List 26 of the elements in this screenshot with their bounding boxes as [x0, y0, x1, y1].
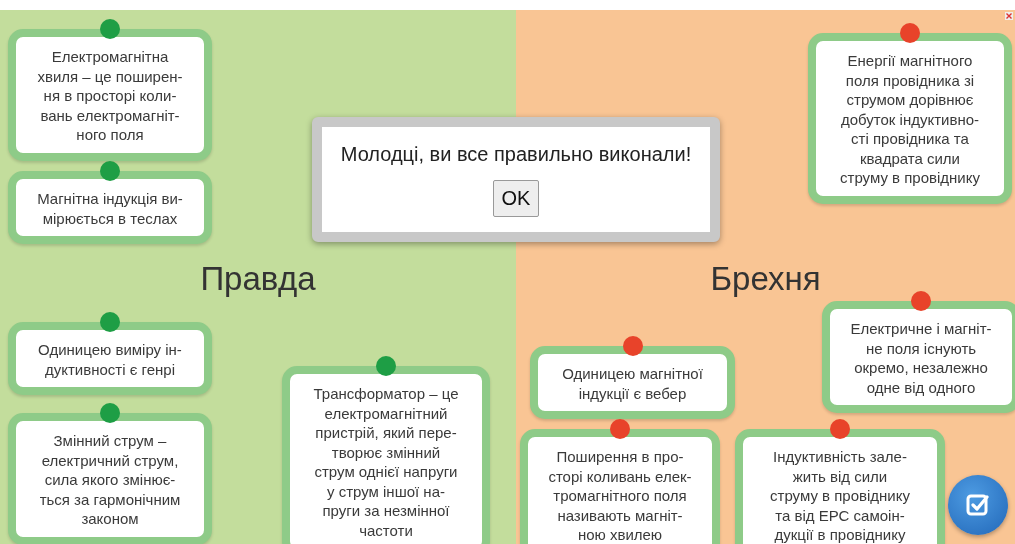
statement-card[interactable]: Трансформатор – це електромагнітний пристрій, який пере- творює змінний струм однієї напруги у струм іншої на- пруги за незмінної частоти	[282, 366, 490, 544]
statement-card[interactable]: Електричне і магніт- не поля існують окремо, незалежно одне від одного	[822, 301, 1015, 413]
statement-card[interactable]: Індуктивність зале- жить від сили струму в провіднику та від ЕРС самоін- дукції в провіднику	[735, 429, 945, 544]
checkbox-icon	[965, 492, 991, 518]
statement-card[interactable]: Електромагнітна хвиля – це поширен- ня в просторі коли- вань електромагніт- ного поля	[8, 29, 212, 161]
statement-text: Магнітна індукція ви- мірюється в теслах	[36, 189, 184, 228]
statement-text: Електромагнітна хвиля – це поширен- ня в просторі коли- вань електромагніт- ного поля	[36, 47, 184, 145]
statement-card[interactable]: Одиницею виміру ін- дуктивності є генрі	[8, 322, 212, 395]
statement-card[interactable]: Змінний струм – електричний струм, сила якого змінює- ться за гармонічним законом	[8, 413, 212, 544]
statement-text: Поширення в про- сторі коливань елек- тромагнітного поля називають магніт- ною хвилею	[547, 447, 693, 544]
column-title: Брехня	[710, 260, 821, 299]
statement-card[interactable]: Енергії магнітного поля провідника зі струмом дорівнює добуток індуктивно- сті провідника та квадрата сили струму в провіднику	[808, 33, 1012, 204]
column-title: Правда	[200, 260, 316, 299]
ok-button[interactable]: OK	[492, 180, 540, 217]
statement-card[interactable]: Магнітна індукція ви- мірюється в теслах	[8, 171, 212, 244]
statement-text: Індуктивність зале- жить від сили струму в провіднику та від ЕРС самоін- дукції в провіднику	[769, 447, 911, 544]
statement-card[interactable]: Одиницею магнітної індукції є вебер	[530, 346, 735, 419]
statement-card[interactable]: Поширення в про- сторі коливань елек- тромагнітного поля називають магніт- ною хвилею	[520, 429, 720, 544]
close-icon[interactable]	[1005, 12, 1013, 20]
statement-text: Змінний струм – електричний струм, сила якого змінює- ться за гармонічним законом	[38, 431, 182, 529]
statement-text: Трансформатор – це електромагнітний пристрій, який пере- творює змінний струм однієї напруги у струм іншої на- пруги за незмінної частоти	[312, 384, 460, 540]
statement-text: Енергії магнітного поля провідника зі струмом дорівнює добуток індуктивно- сті провідника та квадрата сили струму в провіднику	[839, 51, 981, 188]
dialog-message: Молодці, ви все правильно виконали!	[340, 143, 692, 166]
statement-text: Одиницею магнітної індукції є вебер	[561, 364, 704, 403]
statement-text: Одиницею виміру ін- дуктивності є генрі	[37, 340, 183, 379]
statement-text: Електричне і магніт- не поля існують окремо, незалежно одне від одного	[849, 319, 993, 397]
